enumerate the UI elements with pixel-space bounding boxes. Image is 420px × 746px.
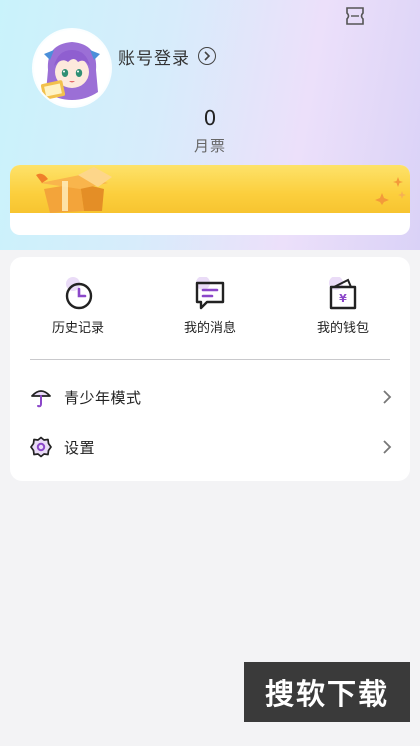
gift-box-icon	[36, 167, 112, 213]
clock-icon	[65, 277, 93, 310]
promo-banner[interactable]	[10, 165, 410, 213]
monthly-ticket-label: 月票	[193, 137, 226, 155]
history-label: 历史记录	[51, 321, 104, 336]
messages-label: 我的消息	[183, 321, 236, 336]
umbrella-icon	[31, 390, 51, 408]
menu-card: 历史记录 我的消息 ¥ 我的钱包 青少年模式 设置	[10, 257, 410, 481]
wallet-icon: ¥	[329, 277, 357, 310]
watermark-logo: 搜软下载	[244, 662, 410, 722]
wallet-button[interactable]: ¥ 我的钱包	[288, 277, 398, 337]
wallet-label: 我的钱包	[316, 321, 369, 336]
chevron-right-icon	[383, 440, 392, 454]
account-login-button[interactable]: 账号登录	[118, 44, 216, 69]
messages-button[interactable]: 我的消息	[155, 277, 265, 337]
divider	[30, 359, 390, 360]
ticket-icon[interactable]	[344, 6, 366, 26]
watermark-text: 搜软下载	[264, 677, 389, 711]
teen-mode-item[interactable]: 青少年模式	[30, 383, 392, 411]
settings-label: 设置	[64, 438, 96, 457]
svg-text:¥: ¥	[339, 292, 347, 305]
chevron-right-icon	[383, 390, 392, 404]
monthly-ticket-count[interactable]: 0	[0, 106, 420, 130]
history-button[interactable]: 历史记录	[23, 277, 133, 337]
anime-girl-avatar-image	[34, 30, 110, 106]
gear-icon	[30, 436, 52, 458]
avatar[interactable]	[34, 30, 110, 106]
login-label: 账号登录	[118, 48, 190, 69]
promo-banner-card[interactable]	[10, 165, 410, 235]
teen-mode-label: 青少年模式	[64, 388, 142, 407]
message-icon	[195, 277, 225, 310]
chevron-right-circle-icon	[198, 47, 216, 65]
settings-item[interactable]: 设置	[30, 433, 392, 461]
sparkle-icon	[375, 177, 406, 205]
